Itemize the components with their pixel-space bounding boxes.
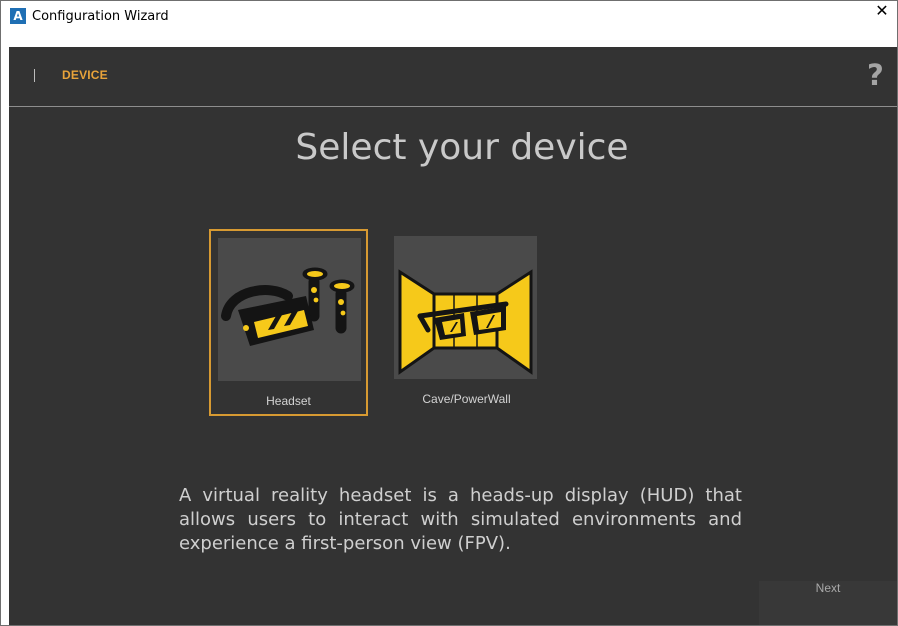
- wizard-content: DEVICE ? Select your device Headset Cave…: [9, 47, 897, 625]
- device-description: A virtual reality headset is a heads-up …: [179, 485, 742, 554]
- help-icon[interactable]: ?: [867, 58, 884, 92]
- device-label-cave-powerwall: Cave/PowerWall: [422, 392, 511, 406]
- step-label: DEVICE: [62, 68, 108, 82]
- next-button[interactable]: Next: [759, 581, 897, 625]
- step-separator: [34, 69, 35, 82]
- page-title: Select your device: [295, 127, 629, 168]
- app-logo-icon: A: [10, 8, 26, 24]
- window-title: Configuration Wizard: [32, 9, 169, 24]
- close-button[interactable]: ✕: [867, 1, 897, 32]
- header-divider: [9, 106, 897, 107]
- configuration-wizard-window: A Configuration Wizard ✕ DEVICE ? Select…: [0, 0, 898, 626]
- device-label-headset: Headset: [266, 394, 311, 408]
- cave-powerwall-icon: [394, 236, 537, 379]
- device-card-cave-powerwall[interactable]: Cave/PowerWall: [387, 229, 546, 416]
- vr-headset-icon: [218, 238, 361, 381]
- device-card-headset[interactable]: Headset: [209, 229, 368, 416]
- title-bar: A Configuration Wizard ✕: [1, 1, 897, 32]
- close-icon: ✕: [875, 1, 889, 20]
- wizard-header: DEVICE ?: [9, 47, 897, 106]
